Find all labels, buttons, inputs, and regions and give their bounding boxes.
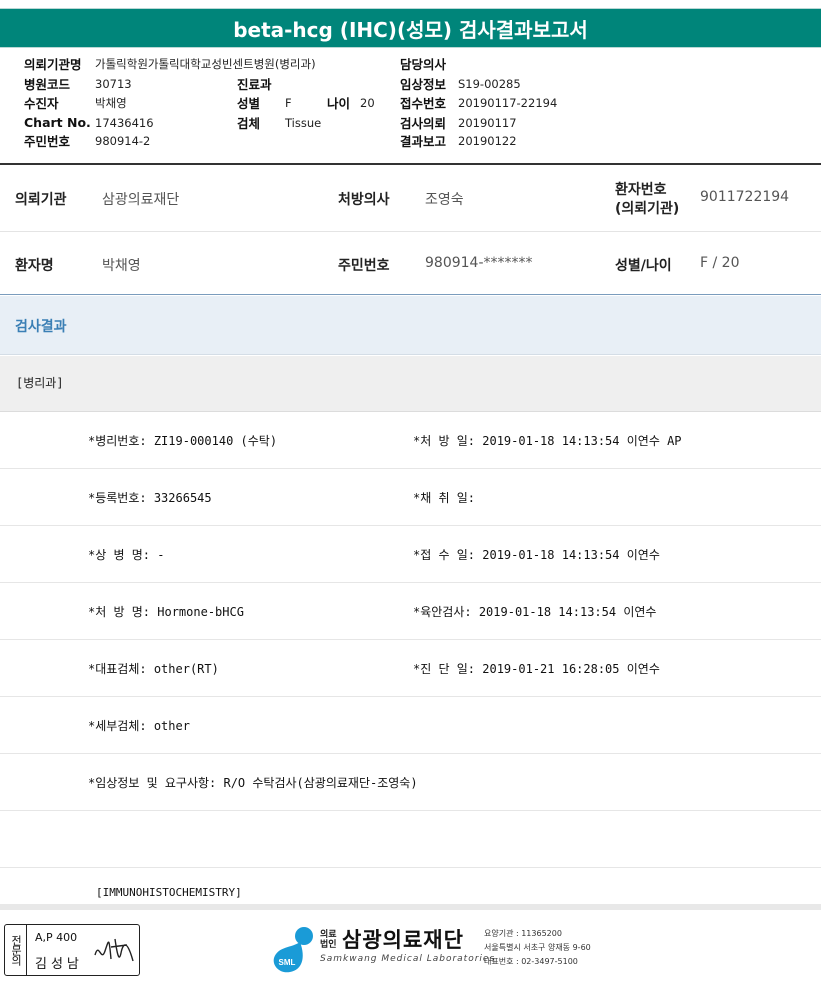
patient-no-sublabel: (의뢰기관) bbox=[615, 201, 680, 217]
report-footer: 전문의 A,P 400 김성남 SML 의료 법인 삼광의료재단 Samkwan… bbox=[0, 918, 821, 988]
info-row: 의뢰기관 삼광의료재단 처방의사 조영숙 환자번호 (의뢰기관) 9011722… bbox=[0, 168, 821, 230]
result-row: *병리번호: ZI19-000140 (수탁) *처 방 일: 2019-01-1… bbox=[0, 412, 821, 469]
ihc-row: [IMMUNOHISTOCHEMISTRY] bbox=[0, 866, 821, 910]
header-value: F bbox=[285, 95, 292, 110]
header-value: 20 bbox=[360, 95, 375, 110]
patient-no-value: 9011722194 bbox=[700, 189, 790, 205]
header-row: 수진자 박채영 성별 F 나이 20 접수번호 20190117-22194 bbox=[0, 93, 821, 112]
header-label: 나이 bbox=[327, 96, 351, 111]
stamp-name: 김성남 bbox=[35, 957, 83, 972]
contact-line: 대표번호 : 02-3497-5100 bbox=[484, 957, 578, 966]
result-row: *등록번호: 33266545 *채 취 일: bbox=[0, 469, 821, 526]
header-value: S19-00285 bbox=[458, 76, 521, 91]
header-value: 980914-2 bbox=[95, 133, 151, 148]
result-row: *임상정보 및 요구사항: R/O 수탁검사(삼광의료재단-조영숙) bbox=[0, 754, 821, 811]
patient-no-label: 환자번호 bbox=[615, 182, 667, 198]
result-row bbox=[0, 811, 821, 868]
signature-icon bbox=[94, 938, 134, 962]
header-label: 주민번호 bbox=[24, 134, 71, 149]
header-label: 수진자 bbox=[24, 96, 59, 111]
results-section-header: 검사결과 bbox=[0, 296, 821, 355]
result-left: *임상정보 및 요구사항: R/O 수탁검사(삼광의료재단-조영숙) bbox=[88, 776, 418, 790]
result-right: *육안검사: 2019-01-18 14:13:54 이연수 bbox=[413, 605, 657, 619]
contact-line: 서울특별시 서초구 양재동 9-60 bbox=[484, 943, 591, 952]
institution-value: 삼광의료재단 bbox=[102, 192, 180, 208]
rrn-label: 주민번호 bbox=[338, 258, 390, 274]
result-left: *세부검체: other bbox=[88, 719, 190, 733]
ihc-label: [IMMUNOHISTOCHEMISTRY] bbox=[96, 886, 242, 899]
header-row: 병원코드 30713 진료과 임상정보 S19-00285 bbox=[0, 74, 821, 93]
header-label: 담당의사 bbox=[400, 57, 447, 72]
stamp-code: A,P 400 bbox=[35, 931, 78, 944]
header-value: 20190117 bbox=[458, 115, 517, 130]
company-logo: SML 의료 법인 삼광의료재단 Samkwang Medical Labora… bbox=[270, 918, 610, 980]
header-label: 진료과 bbox=[237, 77, 272, 92]
header-value: 가톨릭학원가톨릭대학교성빈센트병원(병리과) bbox=[95, 56, 316, 71]
header-value: 박채영 bbox=[95, 95, 127, 110]
patient-name-label: 환자명 bbox=[15, 258, 54, 274]
header-value: 17436416 bbox=[95, 115, 154, 130]
sex-age-label: 성별/나이 bbox=[615, 258, 672, 274]
department-row: [병리과] bbox=[0, 356, 821, 412]
logo-name: 삼광의료재단 bbox=[342, 928, 464, 952]
header-label: 검사의뢰 bbox=[400, 116, 447, 131]
header-label: 접수번호 bbox=[400, 96, 447, 111]
institution-label: 의뢰기관 bbox=[15, 192, 67, 208]
department-label: [병리과] bbox=[16, 376, 64, 390]
logo-english-name: Samkwang Medical Laboratories bbox=[320, 954, 496, 964]
patient-info: 의뢰기관 삼광의료재단 처방의사 조영숙 환자번호 (의뢰기관) 9011722… bbox=[0, 168, 821, 295]
sex-age-value: F / 20 bbox=[700, 255, 740, 271]
result-row: *상 병 명: - *접 수 일: 2019-01-18 14:13:54 이연수 bbox=[0, 526, 821, 583]
header-value: 20190122 bbox=[458, 133, 517, 148]
patient-name-value: 박채영 bbox=[102, 258, 141, 274]
result-left: *상 병 명: - bbox=[88, 548, 165, 562]
logo-badge: SML bbox=[279, 958, 296, 967]
header-label: 결과보고 bbox=[400, 134, 447, 149]
sml-logo-icon: SML bbox=[273, 927, 313, 973]
result-left: *처 방 명: Hormone-bHCG bbox=[88, 605, 244, 619]
header-label: 의뢰기관명 bbox=[24, 57, 82, 72]
header-value: 30713 bbox=[95, 76, 132, 91]
header-value: 20190117-22194 bbox=[458, 95, 558, 110]
header-label: 검체 bbox=[237, 116, 261, 131]
header-label: 병원코드 bbox=[24, 77, 71, 92]
result-left: *등록번호: 33266545 bbox=[88, 491, 212, 505]
result-right: *진 단 일: 2019-01-21 16:28:05 이연수 bbox=[413, 662, 660, 676]
info-row: 환자명 박채영 주민번호 980914-******* 성별/나이 F / 20 bbox=[0, 232, 821, 294]
result-right: *처 방 일: 2019-01-18 14:13:54 이연수 AP bbox=[413, 434, 682, 448]
result-left: *대표검체: other(RT) bbox=[88, 662, 219, 676]
header-row: 주민번호 980914-2 결과보고 20190122 bbox=[0, 131, 821, 150]
result-row: *대표검체: other(RT) *진 단 일: 2019-01-21 16:28… bbox=[0, 640, 821, 697]
logo-corp-label: 의료 법인 bbox=[320, 930, 337, 950]
doctor-value: 조영숙 bbox=[425, 192, 464, 208]
result-left: *병리번호: ZI19-000140 (수탁) bbox=[88, 434, 278, 448]
header-row: 의뢰기관명 가톨릭학원가톨릭대학교성빈센트병원(병리과) 담당의사 bbox=[0, 54, 821, 73]
header-label: Chart No. bbox=[24, 115, 91, 130]
header-value: Tissue bbox=[285, 115, 322, 130]
result-row: *세부검체: other bbox=[0, 697, 821, 754]
stamp-title: 전문의 bbox=[5, 925, 27, 975]
report-header: 의뢰기관명 가톨릭학원가톨릭대학교성빈센트병원(병리과) 담당의사 병원코드 3… bbox=[0, 48, 821, 165]
header-row: Chart No. 17436416 검체 Tissue 검사의뢰 201901… bbox=[0, 113, 821, 132]
contact-line: 요양기관 : 11365200 bbox=[484, 929, 562, 938]
result-row: *처 방 명: Hormone-bHCG *육안검사: 2019-01-18 14… bbox=[0, 583, 821, 640]
result-right: *채 취 일: bbox=[413, 491, 476, 505]
header-label: 임상정보 bbox=[400, 77, 447, 92]
pathologist-stamp: 전문의 A,P 400 김성남 bbox=[4, 924, 140, 976]
rrn-value: 980914-******* bbox=[425, 255, 533, 271]
result-right: *접 수 일: 2019-01-18 14:13:54 이연수 bbox=[413, 548, 660, 562]
doctor-label: 처방의사 bbox=[338, 192, 390, 208]
report-title: beta-hcg (IHC)(성모) 검사결과보고서 bbox=[0, 8, 821, 48]
header-label: 성별 bbox=[237, 96, 261, 111]
results-title: 검사결과 bbox=[15, 319, 67, 335]
